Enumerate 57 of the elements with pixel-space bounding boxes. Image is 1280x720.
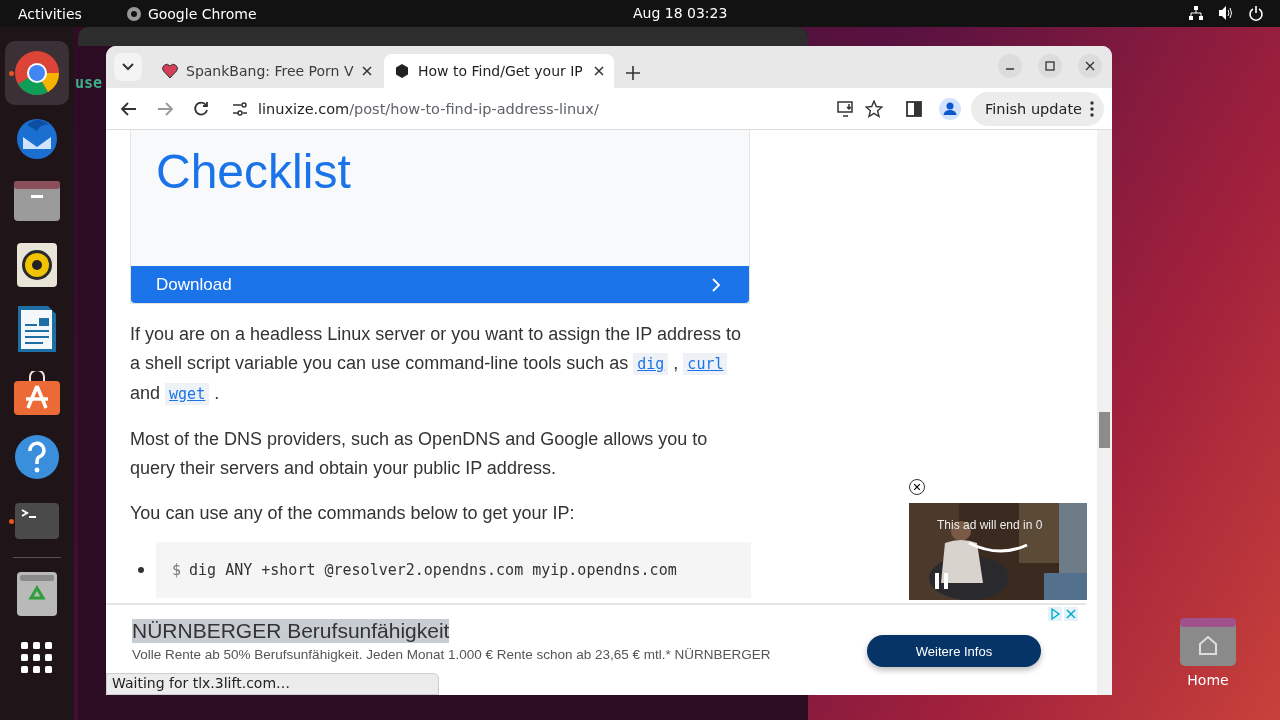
paragraph: You can use any of the commands below to get your IP:	[130, 502, 576, 525]
clock[interactable]: Aug 18 03:23	[633, 5, 728, 21]
ad-countdown-text: This ad will end in 0	[937, 518, 1043, 532]
code-link[interactable]: curl	[683, 353, 728, 375]
heart-icon	[162, 63, 178, 79]
activities-button[interactable]: Activities	[18, 5, 82, 22]
banner-title: Checklist	[156, 145, 351, 198]
terminal-text: use	[75, 74, 103, 92]
app-grid-icon[interactable]	[21, 642, 53, 674]
scrollbar[interactable]	[1097, 130, 1112, 695]
desktop-icon-label[interactable]: Home	[1187, 672, 1229, 688]
code-link[interactable]: wget	[165, 383, 210, 405]
speaker-icon[interactable]	[17, 243, 57, 287]
ad-title[interactable]: NÜRNBERGER Berufsunfähigkeit	[132, 619, 450, 643]
star-icon[interactable]	[865, 99, 883, 118]
code-link[interactable]: dig	[633, 353, 669, 375]
home-folder-icon[interactable]	[1180, 618, 1236, 666]
shell-prompt: $	[172, 561, 182, 579]
volume-icon[interactable]	[1218, 5, 1234, 21]
close-icon[interactable]	[594, 66, 604, 76]
shopping-bag-icon[interactable]	[14, 371, 60, 415]
paragraph: Most of the DNS providers, such as OpenDNS and Google allows you to query their servers and obtain your public IP address.	[130, 428, 709, 480]
document-icon[interactable]	[18, 306, 56, 352]
site-settings-icon[interactable]	[232, 101, 248, 116]
minimize-button[interactable]	[998, 54, 1022, 78]
maximize-button[interactable]	[1038, 54, 1062, 78]
caret-icon[interactable]	[122, 63, 134, 71]
hexagon-icon	[394, 63, 410, 79]
app-menu[interactable]: Google Chrome	[147, 5, 257, 22]
power-icon[interactable]	[1248, 5, 1264, 21]
bullet	[138, 567, 144, 573]
chrome-icon[interactable]	[13, 49, 61, 97]
chrome-icon	[125, 5, 142, 22]
browser-tab[interactable]: SpankBang: Free Porn V	[152, 54, 382, 88]
menu-icon[interactable]	[1090, 100, 1094, 117]
more-info-button[interactable]: Weitere Infos	[867, 635, 1041, 667]
finish-update-button[interactable]: Finish update	[971, 91, 1104, 126]
close-icon[interactable]	[1085, 61, 1095, 71]
status-bubble: Waiting for tlx.3lift.com…	[106, 673, 439, 695]
pause-icon[interactable]	[935, 573, 949, 589]
tab-search-button[interactable]	[114, 53, 142, 81]
chevron-icon	[712, 277, 721, 292]
close-icon[interactable]	[362, 66, 372, 76]
download-button[interactable]: Download	[131, 266, 749, 303]
maximize-icon[interactable]	[1045, 61, 1055, 71]
browser-tab[interactable]: How to Find/Get your IP	[384, 54, 614, 88]
new-tab-icon[interactable]	[626, 66, 640, 80]
close-button[interactable]	[1078, 54, 1102, 78]
help-icon[interactable]	[15, 435, 59, 479]
ad-description: Volle Rente ab 50% Berufsunfähigkeit. Jeden Monat 1.000 € Rente schon ab 23,65 € mtl.* NÜRNBERGER	[132, 647, 772, 662]
terminal-icon[interactable]	[15, 503, 59, 539]
close-icon[interactable]	[914, 484, 920, 490]
close-ad-button[interactable]	[909, 479, 925, 495]
command-text: dig ANY +short @resolver2.opendns.com myip.opendns.com	[189, 561, 677, 579]
install-app-icon[interactable]	[837, 100, 855, 117]
paragraph: If you are on a headless Linux server or you want to assign the IP address to a shell script variable you can use command-line tools such as dig , curl and wget .	[130, 323, 743, 407]
network-icon[interactable]	[1188, 5, 1204, 21]
